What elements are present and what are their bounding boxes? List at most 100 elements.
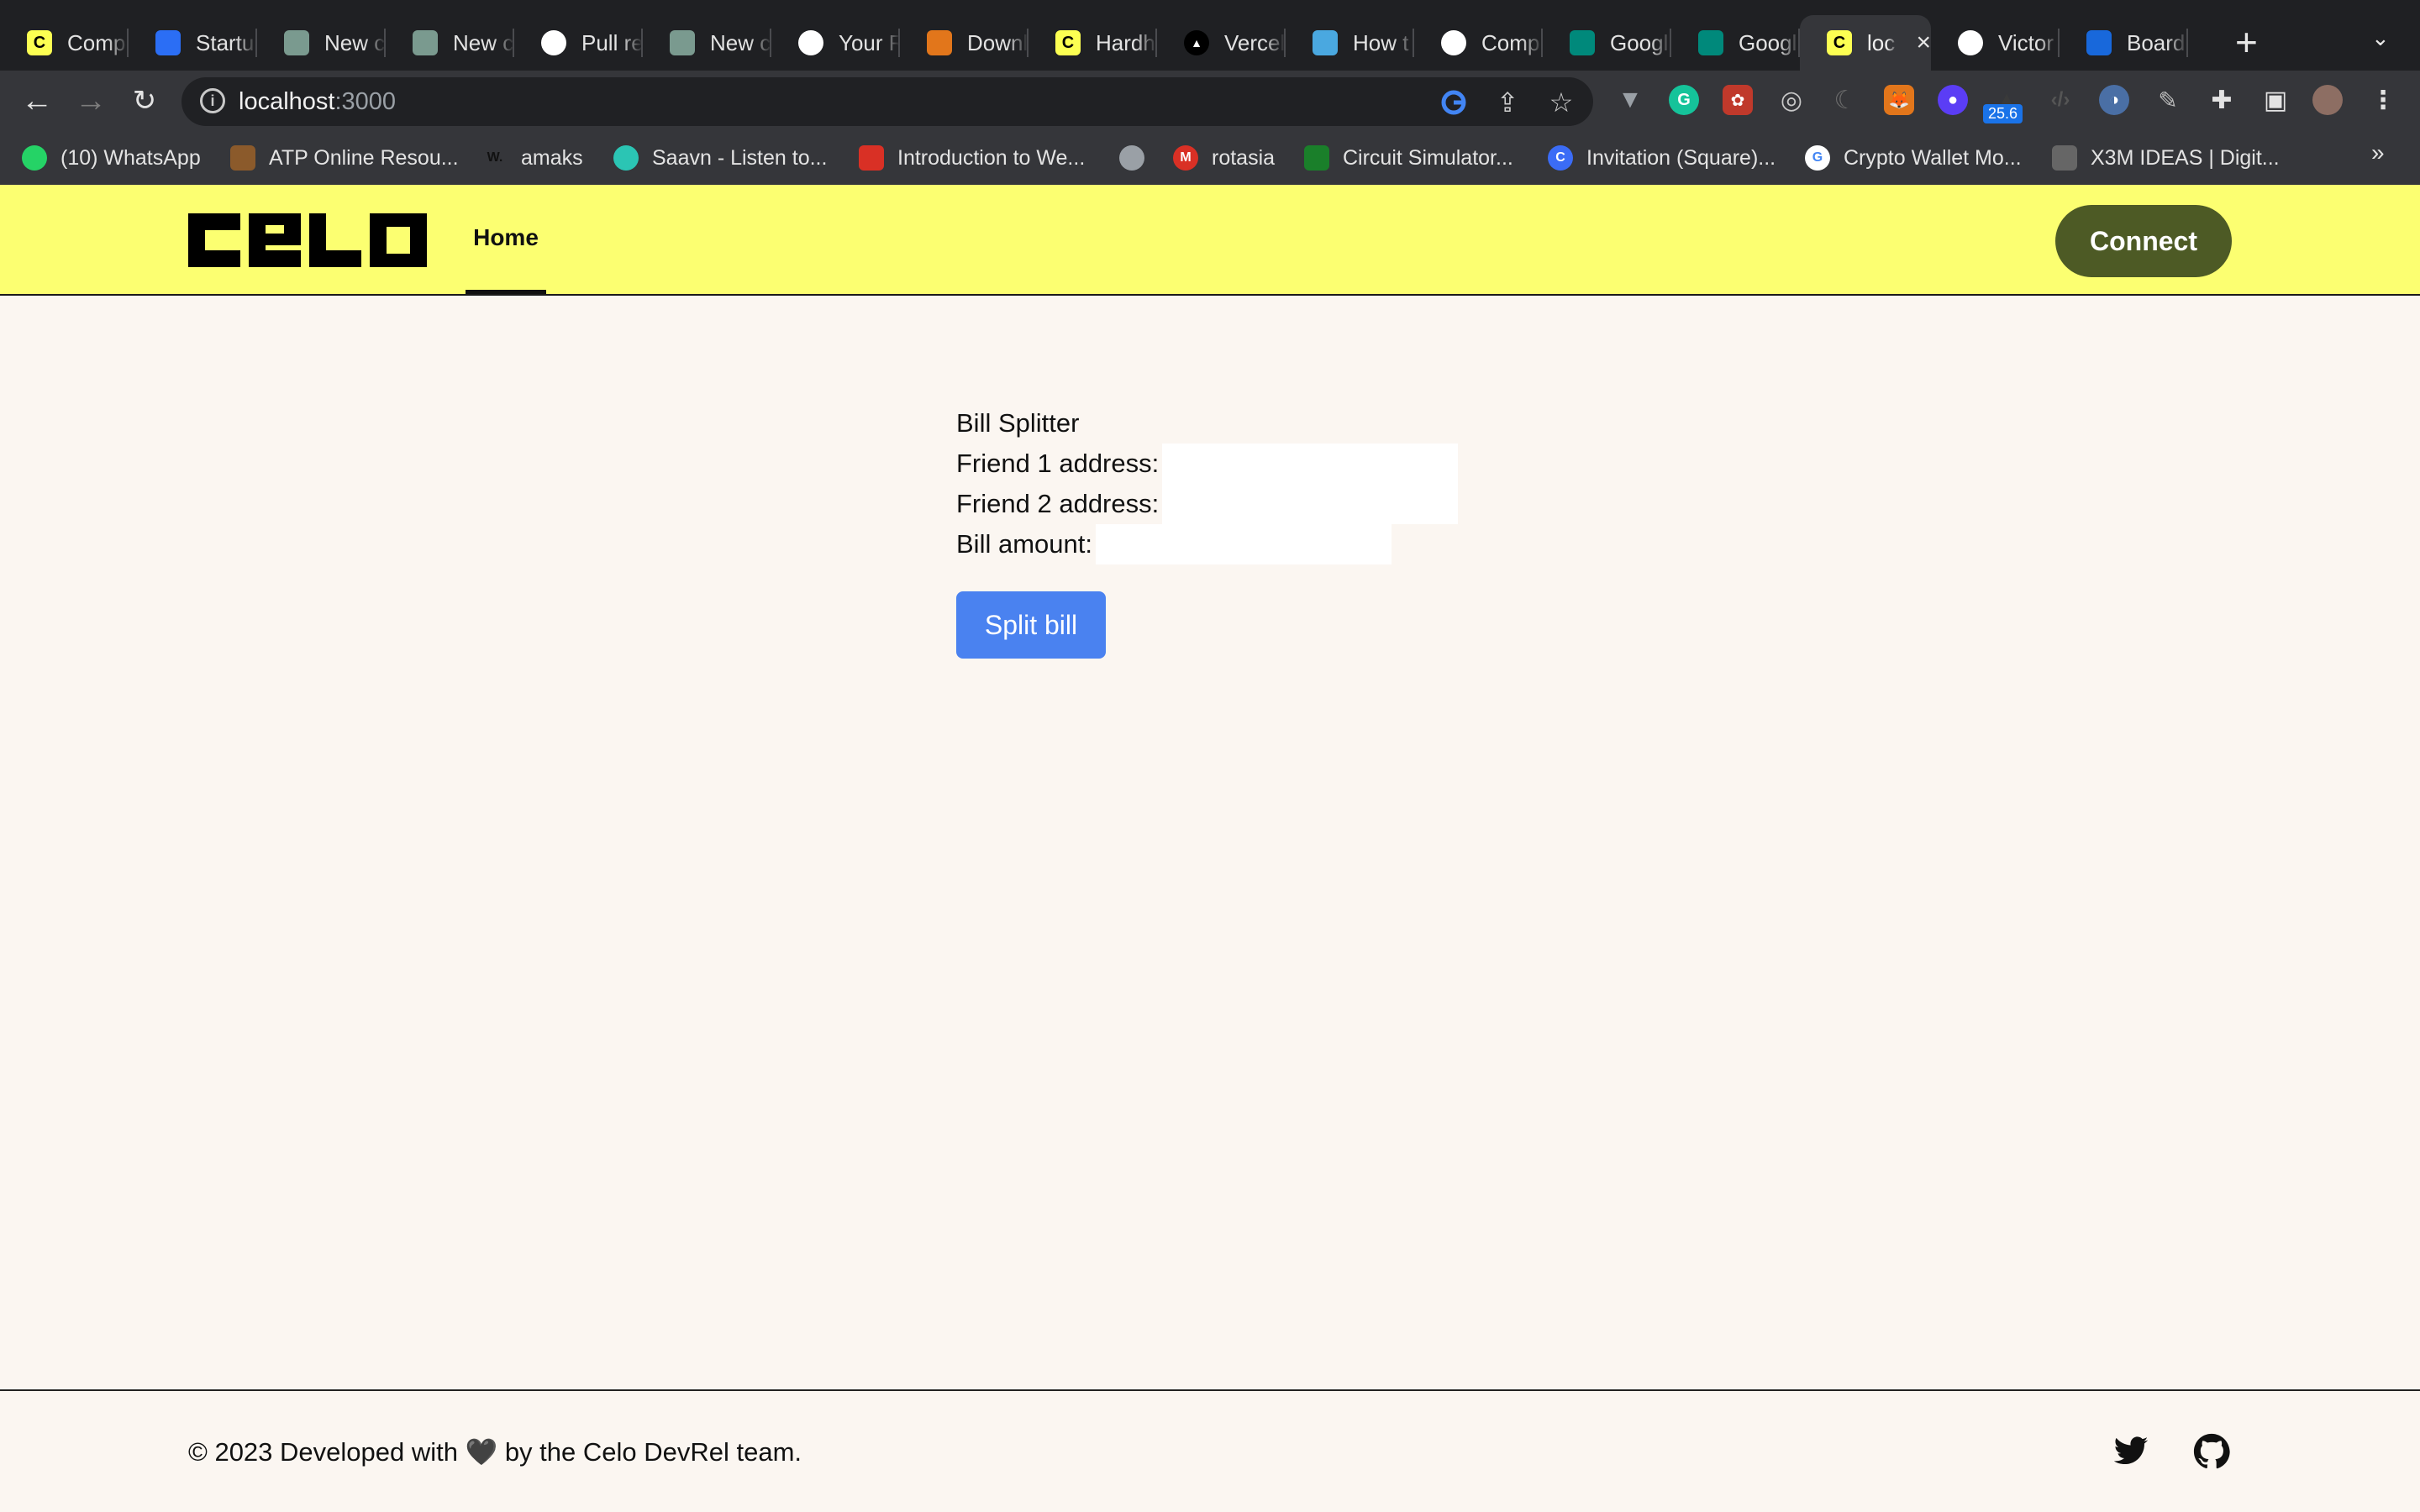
browser-tab[interactable]: Board xyxy=(2060,15,2188,71)
bill-amount-label: Bill amount: xyxy=(956,529,1092,559)
c-icon: C xyxy=(1548,145,1573,171)
share-icon[interactable]: ⇪ xyxy=(1491,86,1524,119)
tab-title: Vercel xyxy=(1224,29,1286,55)
atp-icon xyxy=(230,145,255,171)
bill-amount-input[interactable] xyxy=(1095,524,1392,564)
bookmark-star-icon[interactable]: ☆ xyxy=(1544,86,1578,119)
forward-button[interactable]: → xyxy=(72,82,109,119)
tab-title: Comp xyxy=(1481,29,1540,55)
browser-tab[interactable]: Comp xyxy=(1414,15,1543,71)
bookmark-item[interactable]: Saavn - Listen to... xyxy=(613,143,827,173)
friend2-address-input[interactable] xyxy=(1162,484,1459,524)
bookmark-label: ATP Online Resou... xyxy=(269,145,459,170)
bookmark-item[interactable] xyxy=(1119,143,1144,173)
browser-tab[interactable]: C Hardh xyxy=(1028,15,1157,71)
bookmark-label: Circuit Simulator... xyxy=(1343,145,1513,170)
metamask-icon[interactable]: 🦊 xyxy=(1884,85,1914,115)
vercel-icon: ▲ xyxy=(1184,30,1209,55)
saavn-icon xyxy=(613,145,639,171)
browser-tab[interactable]: Googl xyxy=(1671,15,1800,71)
tab-close-icon[interactable]: × xyxy=(1916,29,1931,57)
browser-tab[interactable]: Startu xyxy=(129,15,257,71)
friend2-row: Friend 2 address: xyxy=(956,484,1494,524)
bookmark-label: (10) WhatsApp xyxy=(60,145,201,170)
site-header: Home Connect xyxy=(0,185,2420,296)
site-footer: © 2023 Developed with 🖤 by the Celo DevR… xyxy=(0,1389,2420,1512)
bookmark-label: amaks xyxy=(521,145,583,170)
extension-code-icon[interactable]: ‹/› xyxy=(2045,85,2075,115)
extension-gray-icon[interactable]: ☾ xyxy=(1830,85,1860,115)
trello-icon xyxy=(2086,30,2112,55)
github-icon[interactable] xyxy=(2193,1433,2230,1470)
browser-tab[interactable]: New c xyxy=(643,15,771,71)
browser-tab[interactable]: Cloc × xyxy=(1800,15,1931,71)
amount-row: Bill amount: xyxy=(956,524,1494,564)
github-icon xyxy=(1958,30,1983,55)
extension-blue-icon[interactable]: ◑ xyxy=(2099,85,2129,115)
tab-title: Pull re xyxy=(581,29,643,55)
bookmark-item[interactable]: C Invitation (Square)... xyxy=(1548,143,1776,173)
twitter-icon[interactable] xyxy=(2112,1433,2149,1470)
tab-search-chevron-icon[interactable]: ⌄ xyxy=(2371,25,2390,51)
tab-title: Your R xyxy=(839,29,900,55)
browser-tab[interactable]: New c xyxy=(386,15,514,71)
browser-tab[interactable]: Googl xyxy=(1543,15,1671,71)
celo-icon: C xyxy=(1827,30,1852,55)
connect-wallet-button[interactable]: Connect xyxy=(2055,205,2232,277)
reload-button[interactable]: ↻ xyxy=(126,82,163,119)
tab-title: Board xyxy=(2127,29,2186,55)
globe-icon xyxy=(1119,145,1144,171)
bookmark-item[interactable]: G Crypto Wallet Mo... xyxy=(1805,143,2022,173)
friend1-address-input[interactable] xyxy=(1162,444,1459,484)
browser-tab[interactable]: Your R xyxy=(771,15,900,71)
split-bill-button[interactable]: Split bill xyxy=(956,591,1106,659)
extension-target-icon[interactable]: ◎ xyxy=(1776,85,1807,115)
code-icon xyxy=(859,145,884,171)
extensions-puzzle-icon[interactable]: ✚ xyxy=(2207,85,2237,115)
new-tab-button[interactable]: + xyxy=(2235,20,2258,64)
bookmark-item[interactable]: Circuit Simulator... xyxy=(1304,143,1513,173)
nav-home-link[interactable]: Home xyxy=(466,185,546,294)
whatsapp-icon xyxy=(22,145,47,171)
browser-menu-icon[interactable]: ⋮ xyxy=(2368,85,2398,115)
extension-red-icon[interactable]: ✿ xyxy=(1723,85,1753,115)
back-button[interactable]: ← xyxy=(18,82,55,119)
bookmarks-overflow-icon[interactable]: » xyxy=(2371,139,2385,166)
bill-splitter-form: Bill Splitter Friend 1 address: Friend 2… xyxy=(956,403,1494,564)
browser-tab[interactable]: C Comp xyxy=(0,15,129,71)
bookmark-item[interactable]: Introduction to We... xyxy=(859,143,1085,173)
tab-title: Hardh xyxy=(1096,29,1155,55)
extension-purple-icon[interactable]: ● xyxy=(1938,85,1968,115)
friend1-row: Friend 1 address: xyxy=(956,444,1494,484)
browser-tab[interactable]: New c xyxy=(257,15,386,71)
vue-devtools-icon[interactable]: ▼ xyxy=(1615,85,1645,115)
bookmark-label: Introduction to We... xyxy=(897,145,1086,170)
bookmark-item[interactable]: W. amaks xyxy=(482,143,583,173)
tab-separator xyxy=(2186,29,2188,57)
bookmark-item[interactable]: X3M IDEAS | Digit... xyxy=(2052,143,2280,173)
w-icon: W. xyxy=(487,150,503,165)
browser-tab[interactable]: Downl xyxy=(900,15,1028,71)
bookmark-item[interactable]: (10) WhatsApp xyxy=(22,143,201,173)
openai-icon xyxy=(413,30,438,55)
m-icon: M xyxy=(1173,145,1198,171)
celo-logo[interactable] xyxy=(188,213,427,267)
browser-tab[interactable]: Victor xyxy=(1931,15,2060,71)
tab-title: Victor xyxy=(1998,29,2054,55)
shield-icon xyxy=(155,30,181,55)
grammarly-icon[interactable]: G xyxy=(1669,85,1699,115)
site-info-icon[interactable]: i xyxy=(200,88,225,113)
address-url[interactable]: localhost:3000 xyxy=(239,88,396,116)
address-bar[interactable]: i localhost:3000 ⇪ ☆ xyxy=(182,77,1593,126)
extension-pen-icon[interactable]: ✎ xyxy=(2153,85,2183,115)
browser-tab[interactable]: Pull re xyxy=(514,15,643,71)
bookmark-item[interactable]: Mrotasia xyxy=(1173,143,1275,173)
hardhat-icon: C xyxy=(1055,30,1081,55)
profile-avatar[interactable] xyxy=(2312,85,2343,115)
browser-tab[interactable]: ▲ Vercel xyxy=(1157,15,1286,71)
browser-tab-strip: C Comp Startu New c New c Pull re New c Your R D… xyxy=(0,0,2420,71)
bookmark-item[interactable]: ATP Online Resou... xyxy=(230,143,459,173)
google-lens-icon[interactable] xyxy=(1437,86,1470,119)
browser-tab[interactable]: How t xyxy=(1286,15,1414,71)
side-panel-icon[interactable]: ▣ xyxy=(2260,85,2291,115)
